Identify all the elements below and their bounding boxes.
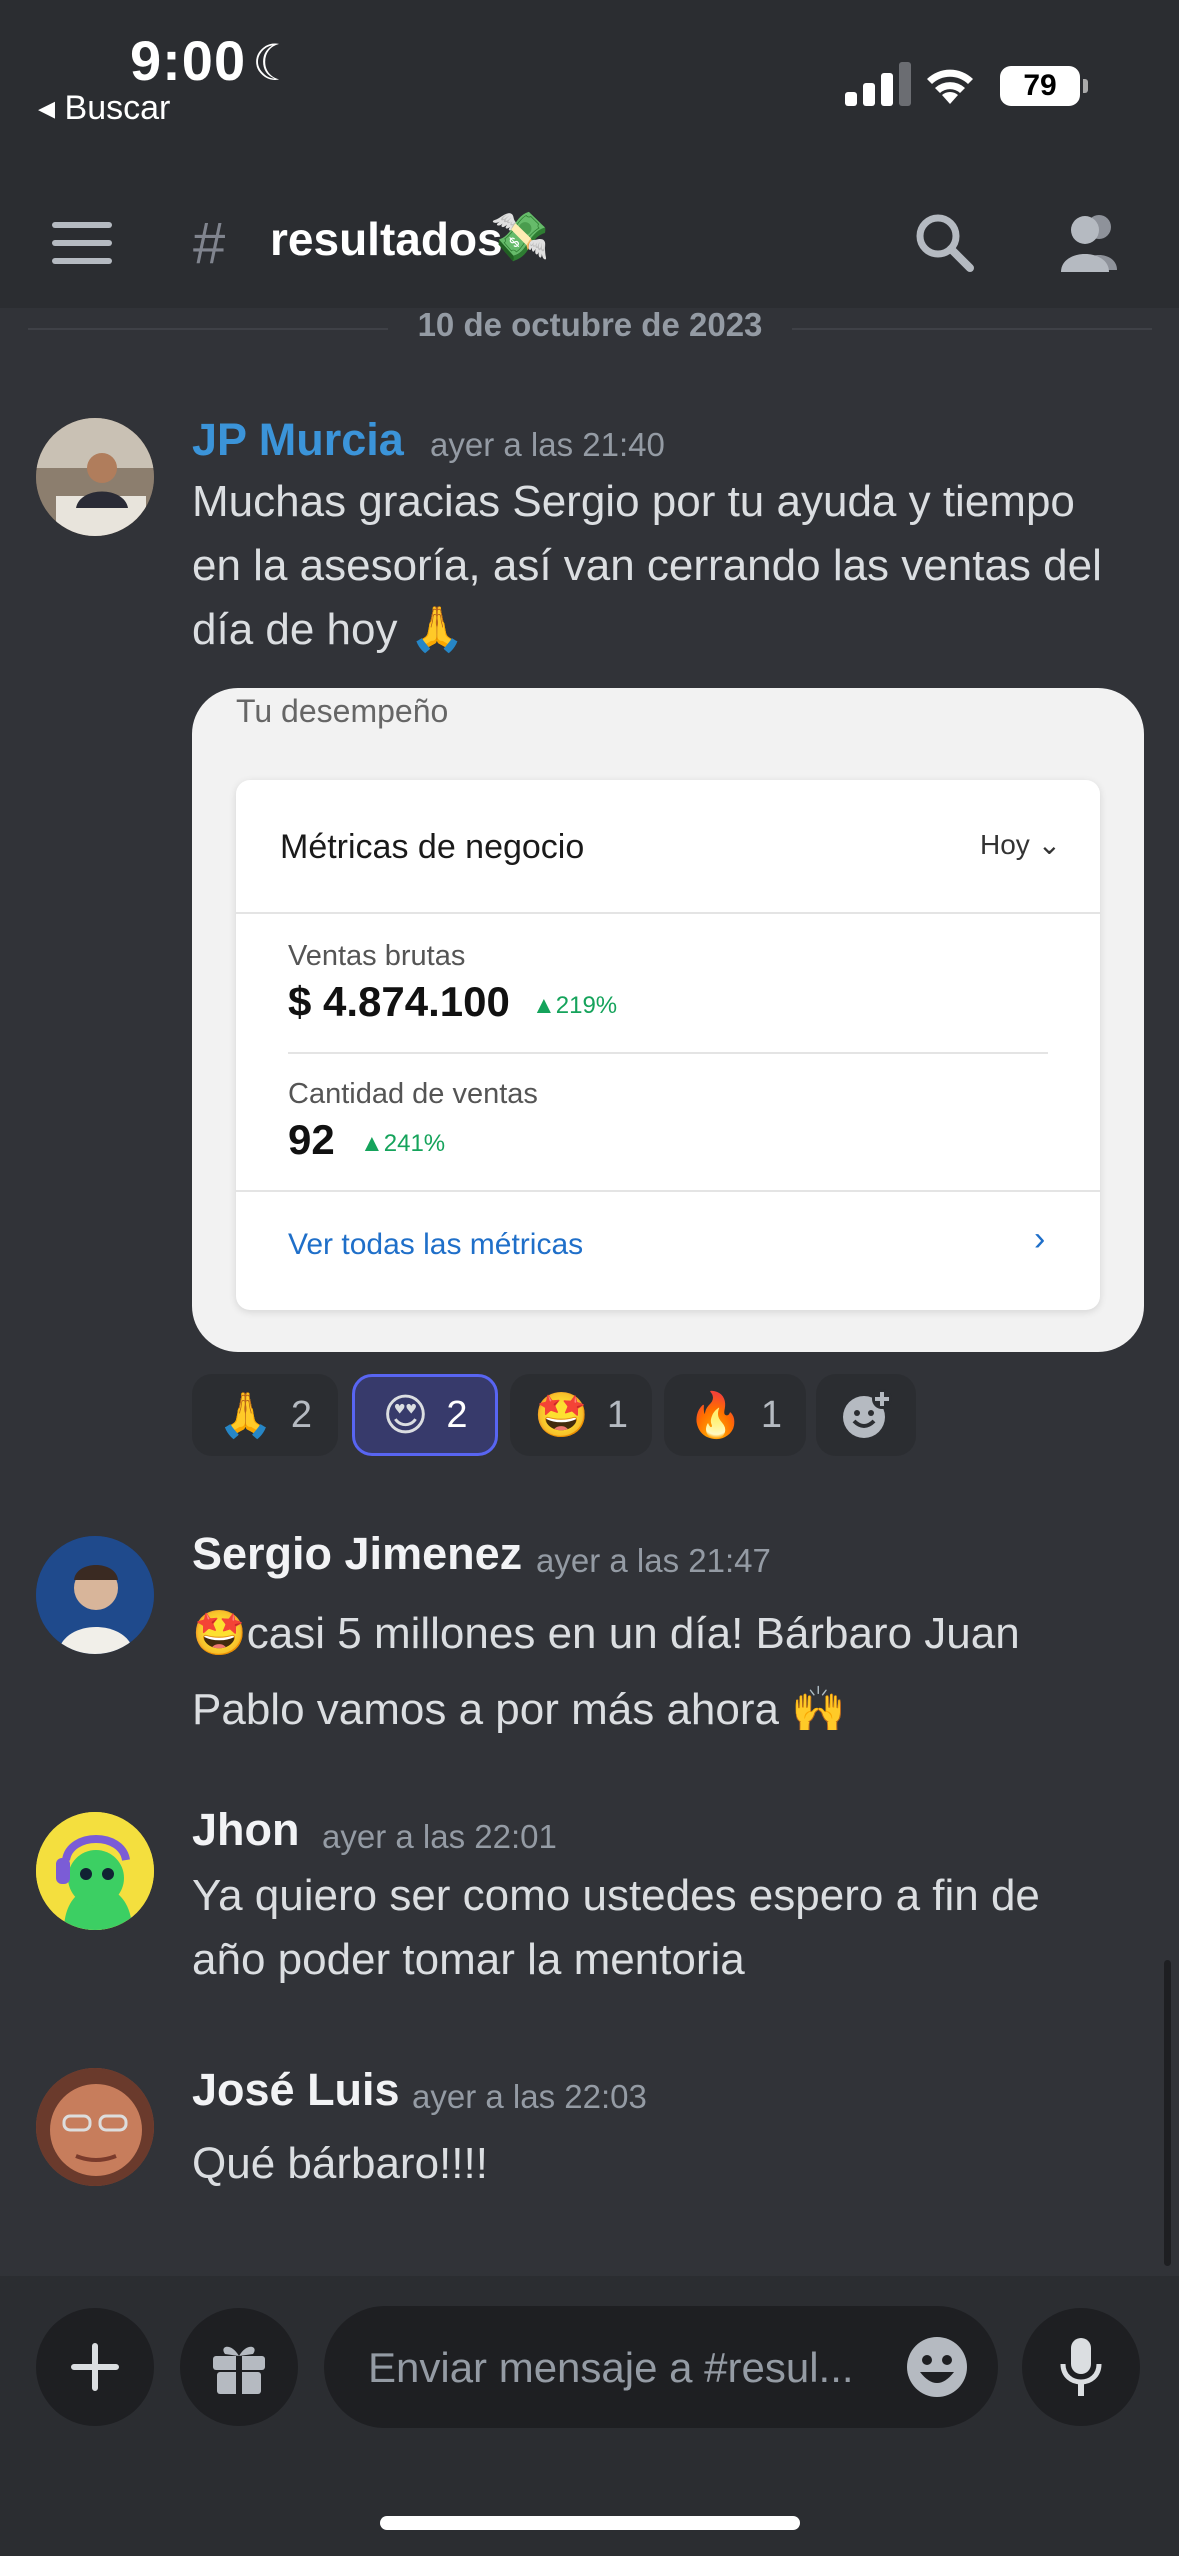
message-author[interactable]: Sergio Jimenez <box>192 1528 522 1580</box>
reaction-pray[interactable]: 🙏 2 <box>192 1374 338 1456</box>
reaction-star-struck[interactable]: 🤩 1 <box>510 1374 652 1456</box>
card-title: Métricas de negocio <box>280 828 585 866</box>
wifi-icon <box>927 69 973 104</box>
hamburger-menu-button[interactable] <box>52 222 112 266</box>
battery-indicator: 79 <box>1000 66 1088 106</box>
period-selector: Hoy ⌄ <box>980 829 1062 860</box>
scrollbar[interactable] <box>1164 1960 1171 2266</box>
metrics-card: Métricas de negocio Hoy ⌄ Ventas brutas … <box>236 780 1100 1310</box>
message-input-container[interactable] <box>324 2306 998 2430</box>
chevron-right-icon: › <box>1034 1220 1046 1258</box>
message-author[interactable]: JP Murcia <box>192 414 404 466</box>
image-attachment[interactable]: Tu desempeño Métricas de negocio Hoy ⌄ V… <box>192 688 1144 1352</box>
message-text: Ya quiero ser como ustedes espero a fin … <box>192 1871 1040 1984</box>
metric-change: ▲219% <box>532 992 618 1019</box>
top-bar: 9:00 ☾ ◂ Buscar 79 # resultados 💸 <box>0 0 1179 308</box>
message-timestamp: ayer a las 22:01 <box>322 1818 557 1855</box>
metric-change: ▲241% <box>360 1130 446 1157</box>
metric-value: 92 <box>288 1116 335 1163</box>
channel-name[interactable]: resultados <box>270 212 503 266</box>
reaction-fire[interactable]: 🔥 1 <box>664 1374 806 1456</box>
avatar[interactable] <box>36 418 154 536</box>
message-input[interactable] <box>366 2306 890 2430</box>
message-timestamp: ayer a las 21:47 <box>536 1542 771 1579</box>
gift-button[interactable] <box>180 2308 298 2426</box>
members-icon[interactable] <box>1055 210 1125 274</box>
gift-icon <box>213 2346 265 2394</box>
message-text: 🤩casi 5 millones en un día! Bárbaro Juan… <box>192 1609 1020 1734</box>
embed-header: Tu desempeño <box>236 693 449 729</box>
back-to-search-link[interactable]: ◂ Buscar <box>38 88 170 128</box>
add-reaction-icon <box>843 1389 892 1438</box>
microphone-icon <box>1060 2338 1102 2396</box>
moon-icon: ☾ <box>252 35 297 91</box>
add-attachment-button[interactable] <box>36 2308 154 2426</box>
see-all-metrics-link: Ver todas las métricas <box>288 1228 584 1261</box>
metric-value: $ 4.874.100 <box>288 978 510 1025</box>
avatar[interactable] <box>36 1536 154 1654</box>
emoji-icon[interactable] <box>904 2334 970 2400</box>
channel-hash-icon: # <box>193 211 226 276</box>
plus-icon <box>71 2343 119 2391</box>
message-timestamp: ayer a las 21:40 <box>430 426 665 463</box>
cell-signal-icon <box>845 62 911 106</box>
message-timestamp: ayer a las 22:03 <box>412 2078 647 2115</box>
search-icon[interactable] <box>912 210 976 274</box>
money-emoji: 💸 <box>490 211 550 264</box>
message-text: Qué bárbaro!!!! <box>192 2139 488 2188</box>
status-time: 9:00 <box>130 29 247 92</box>
avatar[interactable] <box>36 2068 154 2186</box>
voice-message-button[interactable] <box>1022 2308 1140 2426</box>
date-divider-label: 10 de octubre de 2023 <box>417 306 763 343</box>
message-author[interactable]: Jhon <box>192 1804 300 1856</box>
message-author[interactable]: José Luis <box>192 2064 400 2116</box>
metric-label: Cantidad de ventas <box>288 1078 538 1110</box>
metric-label: Ventas brutas <box>288 940 466 972</box>
reaction-heart-eyes[interactable]: 😍 2 <box>352 1374 498 1456</box>
avatar[interactable] <box>36 1812 154 1930</box>
add-reaction-button[interactable] <box>816 1374 916 1456</box>
home-indicator <box>380 2516 800 2530</box>
message-text: Muchas gracias Sergio por tu ayuda y tie… <box>192 477 1102 654</box>
